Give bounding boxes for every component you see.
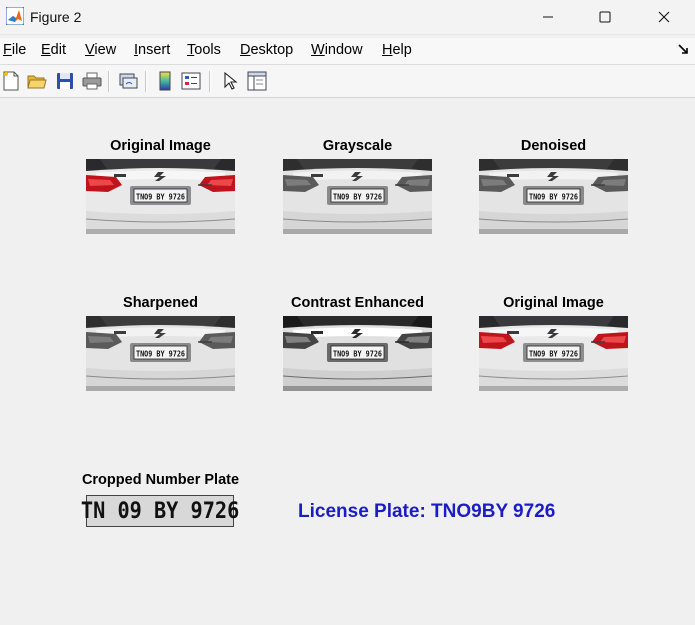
cropped-plate-image: TN 09 BY 9726 xyxy=(81,495,239,527)
car-rear-picture: TNO9 BY 9726 xyxy=(283,316,432,391)
menu-file[interactable]: File xyxy=(3,42,26,58)
subplot-title: Denoised xyxy=(520,138,587,154)
toolbar-separator xyxy=(209,71,211,92)
menu-tools[interactable]: Tools xyxy=(187,42,221,58)
car-rear-picture: TNO9 BY 9726 xyxy=(283,159,432,234)
car-rear-picture: TNO9 BY 9726 xyxy=(479,316,628,391)
close-button[interactable] xyxy=(641,0,687,34)
property-inspector-icon xyxy=(247,71,267,91)
car-image: TNO9 BY 9726 xyxy=(479,316,628,391)
close-icon xyxy=(658,11,670,23)
car-image: TNO9 BY 9726 xyxy=(479,159,628,234)
print-button[interactable] xyxy=(81,70,103,92)
colorbar-icon xyxy=(159,71,171,91)
cropped-plate-title: Cropped Number Plate xyxy=(81,472,240,488)
legend-button[interactable] xyxy=(180,70,202,92)
colorbar-button[interactable] xyxy=(154,70,176,92)
svg-text:TNO9 BY 9726: TNO9 BY 9726 xyxy=(529,192,578,202)
car-image: TNO9 BY 9726 xyxy=(86,159,235,234)
open-file-button[interactable] xyxy=(26,70,48,92)
license-plate-result: License Plate: TNO9BY 9726 xyxy=(298,501,556,522)
svg-text:TNO9 BY 9726: TNO9 BY 9726 xyxy=(136,192,185,202)
menu-edit[interactable]: Edit xyxy=(41,42,66,58)
car-rear-picture: TNO9 BY 9726 xyxy=(86,159,235,234)
car-image: TNO9 BY 9726 xyxy=(86,316,235,391)
save-icon xyxy=(57,73,73,89)
matlab-icon xyxy=(6,7,24,25)
subplot-title: Original Image xyxy=(503,295,604,311)
dock-arrow-icon[interactable] xyxy=(678,44,689,55)
title-bar: Figure 2 xyxy=(0,0,695,35)
select-arrow-button[interactable] xyxy=(219,70,241,92)
print-icon xyxy=(82,72,102,90)
link-plot-icon xyxy=(119,73,138,89)
subplot-title: Contrast Enhanced xyxy=(291,295,424,311)
menu-view[interactable]: View xyxy=(85,42,116,58)
menu-help[interactable]: Help xyxy=(382,42,412,58)
figure-canvas[interactable]: Original Image TNO9 BY 9726 Grayscale TN… xyxy=(0,98,695,625)
menu-bar: File Edit View Insert Tools Desktop Wind… xyxy=(0,38,695,65)
property-inspector-button[interactable] xyxy=(246,70,268,92)
maximize-icon xyxy=(599,11,611,23)
car-rear-picture: TNO9 BY 9726 xyxy=(86,316,235,391)
menu-desktop[interactable]: Desktop xyxy=(240,42,293,58)
subplot-title: Original Image xyxy=(110,138,211,154)
maximize-button[interactable] xyxy=(582,0,628,34)
cropped-plate-text: TN 09 BY 9726 xyxy=(80,498,240,524)
subplot-title: Sharpened xyxy=(123,295,198,311)
svg-text:TNO9 BY 9726: TNO9 BY 9726 xyxy=(333,349,382,359)
car-image: TNO9 BY 9726 xyxy=(283,316,432,391)
minimize-button[interactable] xyxy=(525,0,571,34)
menu-insert[interactable]: Insert xyxy=(134,42,170,58)
save-button[interactable] xyxy=(54,70,76,92)
open-file-icon xyxy=(27,75,47,89)
minimize-icon xyxy=(543,16,553,18)
toolbar-separator xyxy=(145,71,147,92)
subplot-title: Grayscale xyxy=(322,138,393,154)
svg-text:TNO9 BY 9726: TNO9 BY 9726 xyxy=(529,349,578,359)
car-image: TNO9 BY 9726 xyxy=(283,159,432,234)
svg-text:TNO9 BY 9726: TNO9 BY 9726 xyxy=(136,349,185,359)
window-title: Figure 2 xyxy=(30,9,82,25)
car-rear-picture: TNO9 BY 9726 xyxy=(479,159,628,234)
link-plot-button[interactable] xyxy=(117,70,139,92)
legend-icon xyxy=(181,72,201,90)
svg-text:TNO9 BY 9726: TNO9 BY 9726 xyxy=(333,192,382,202)
toolbar-separator xyxy=(108,71,110,92)
menu-window[interactable]: Window xyxy=(311,42,363,58)
new-figure-icon xyxy=(3,71,19,91)
toolbar xyxy=(0,65,695,98)
select-arrow-icon xyxy=(224,71,238,90)
new-figure-button[interactable] xyxy=(0,70,22,92)
